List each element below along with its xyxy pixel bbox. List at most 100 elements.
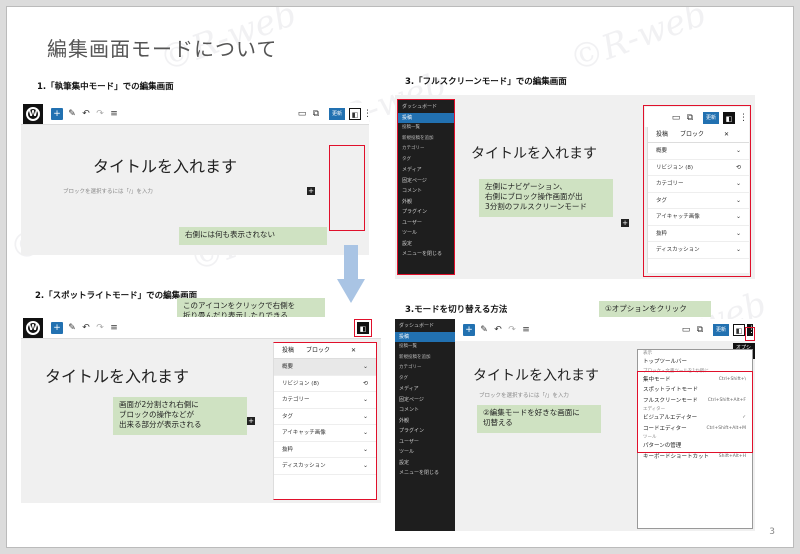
- nav-item[interactable]: メディア: [398, 165, 454, 176]
- nav-item[interactable]: メニューを閉じる: [395, 468, 455, 479]
- sidebar-row-tags[interactable]: タグ ⌄: [648, 193, 749, 209]
- nav-item[interactable]: ユーザー: [395, 437, 455, 448]
- add-block-icon[interactable]: +: [247, 417, 255, 425]
- settings-toggle-icon[interactable]: ◧: [733, 324, 745, 336]
- external-link-icon[interactable]: ⧉: [311, 108, 321, 120]
- add-block-button[interactable]: +: [51, 108, 63, 120]
- pen-icon[interactable]: ✎: [67, 108, 77, 120]
- sidebar-row-summary[interactable]: 概要 ⌄: [648, 143, 749, 160]
- undo-icon[interactable]: ↶: [81, 108, 91, 120]
- undo-icon[interactable]: ↶: [81, 322, 91, 334]
- callout-line: ブロックの操作などが: [119, 410, 194, 419]
- settings-sidebar: 投稿 ブロック ✕ 概要 ⌄ リビジョン (8) ⟲ カテゴリー ⌄ タグ ⌄ アイキャッチ…: [647, 127, 749, 273]
- redo-icon[interactable]: ↷: [95, 322, 105, 334]
- sidebar-row-featured-image[interactable]: アイキャッチ画像 ⌄: [274, 425, 376, 442]
- sidebar-row-categories[interactable]: カテゴリー ⌄: [274, 392, 376, 409]
- add-block-button[interactable]: +: [463, 324, 475, 336]
- nav-item[interactable]: 設定: [398, 239, 454, 250]
- sidebar-row-discussion[interactable]: ディスカッション ⌄: [648, 242, 749, 259]
- tab-block[interactable]: ブロック: [306, 347, 330, 354]
- tab-post[interactable]: 投稿: [656, 131, 668, 138]
- nav-item[interactable]: ユーザー: [398, 218, 454, 229]
- nav-item[interactable]: プラグイン: [398, 207, 454, 218]
- update-button[interactable]: 更新: [329, 108, 345, 120]
- nav-item[interactable]: タグ: [395, 374, 455, 385]
- post-title[interactable]: タイトルを入れます: [45, 363, 189, 387]
- settings-icon-highlight: [354, 319, 372, 337]
- sidebar-row-featured-image[interactable]: アイキャッチ画像 ⌄: [648, 209, 749, 226]
- close-icon[interactable]: ✕: [724, 127, 729, 143]
- list-view-icon[interactable]: ≡: [109, 108, 119, 120]
- nav-item[interactable]: 投稿: [395, 331, 455, 342]
- list-view-icon[interactable]: ≡: [521, 324, 531, 336]
- menu-item[interactable]: キーボードショートカット Shift+Alt+H: [638, 452, 752, 463]
- menu-item: 表示: [638, 350, 752, 357]
- nav-item[interactable]: ツール: [398, 228, 454, 239]
- sidebar-row-categories[interactable]: カテゴリー ⌄: [648, 176, 749, 193]
- block-hint[interactable]: ブロックを選択するには「/」を入力: [479, 391, 569, 399]
- nav-item[interactable]: 外観: [398, 197, 454, 208]
- sidebar-row-discussion[interactable]: ディスカッション ⌄: [274, 458, 376, 475]
- nav-item[interactable]: ダッシュボード: [395, 321, 455, 332]
- options-icon[interactable]: ⋮: [363, 108, 372, 120]
- desktop-preview-icon[interactable]: ▭: [671, 112, 681, 124]
- settings-sidebar: 投稿 ブロック ✕ 概要 ⌄ リビジョン (8) ⟲ カテゴリー ⌄ タグ ⌄ アイキャッチ…: [273, 342, 377, 500]
- nav-item[interactable]: コメント: [395, 405, 455, 416]
- nav-item[interactable]: 投稿: [398, 112, 454, 123]
- sidebar-row-excerpt[interactable]: 抜粋 ⌄: [648, 226, 749, 242]
- nav-item[interactable]: ツール: [395, 447, 455, 458]
- nav-item[interactable]: カテゴリー: [398, 144, 454, 155]
- nav-item[interactable]: ダッシュボード: [398, 102, 454, 113]
- update-button[interactable]: 更新: [713, 324, 729, 336]
- nav-item[interactable]: メニューを閉じる: [398, 249, 454, 260]
- sidebar-row-revisions[interactable]: リビジョン (8) ⟲: [274, 376, 376, 392]
- nav-item[interactable]: 新規投稿を追加: [395, 353, 455, 364]
- nav-item[interactable]: タグ: [398, 155, 454, 166]
- nav-item[interactable]: 投稿一覧: [395, 342, 455, 353]
- settings-toggle-icon[interactable]: ◧: [349, 108, 361, 120]
- callout-three-pane: 左側にナビゲーション、 右側にブロック操作画面が出 3分割のフルスクリーンモード: [479, 179, 613, 217]
- wordpress-logo-icon[interactable]: W: [23, 318, 43, 338]
- row-label: タグ: [656, 197, 668, 204]
- redo-icon[interactable]: ↷: [507, 324, 517, 336]
- nav-item[interactable]: 新規投稿を追加: [398, 134, 454, 145]
- pen-icon[interactable]: ✎: [67, 322, 77, 334]
- nav-item[interactable]: 設定: [395, 458, 455, 469]
- close-icon[interactable]: ✕: [351, 343, 356, 359]
- redo-icon[interactable]: ↷: [95, 108, 105, 120]
- menu-item[interactable]: トップツールバー: [638, 357, 752, 368]
- tab-post[interactable]: 投稿: [282, 347, 294, 354]
- sidebar-row-revisions[interactable]: リビジョン (8) ⟲: [648, 160, 749, 176]
- nav-item[interactable]: コメント: [398, 186, 454, 197]
- options-icon[interactable]: ⋮: [739, 112, 748, 124]
- nav-item[interactable]: カテゴリー: [395, 363, 455, 374]
- add-block-icon[interactable]: +: [621, 219, 629, 227]
- add-block-button[interactable]: +: [51, 322, 63, 334]
- desktop-preview-icon[interactable]: ▭: [681, 324, 691, 336]
- sidebar-row-excerpt[interactable]: 抜粋 ⌄: [274, 442, 376, 458]
- post-title[interactable]: タイトルを入れます: [473, 365, 599, 385]
- update-button[interactable]: 更新: [703, 112, 719, 124]
- post-title[interactable]: タイトルを入れます: [93, 153, 237, 177]
- nav-item[interactable]: 固定ページ: [395, 395, 455, 406]
- post-title[interactable]: タイトルを入れます: [471, 143, 597, 163]
- undo-icon[interactable]: ↶: [493, 324, 503, 336]
- external-link-icon[interactable]: ⧉: [695, 324, 705, 336]
- wordpress-logo-icon[interactable]: W: [23, 104, 43, 124]
- sidebar-row-tags[interactable]: タグ ⌄: [274, 409, 376, 425]
- settings-toggle-icon[interactable]: ◧: [723, 112, 735, 124]
- nav-item[interactable]: 投稿一覧: [398, 123, 454, 134]
- add-block-icon[interactable]: +: [307, 187, 315, 195]
- nav-item[interactable]: 外観: [395, 416, 455, 427]
- sidebar-row-summary[interactable]: 概要 ⌄: [274, 359, 376, 376]
- nav-item[interactable]: 固定ページ: [398, 176, 454, 187]
- block-hint[interactable]: ブロックを選択するには「/」を入力: [63, 187, 153, 195]
- nav-item[interactable]: メディア: [395, 384, 455, 395]
- external-link-icon[interactable]: ⧉: [685, 112, 695, 124]
- tab-block[interactable]: ブロック: [680, 131, 704, 138]
- row-label: タグ: [282, 413, 294, 420]
- list-view-icon[interactable]: ≡: [109, 322, 119, 334]
- pen-icon[interactable]: ✎: [479, 324, 489, 336]
- nav-item[interactable]: プラグイン: [395, 426, 455, 437]
- desktop-preview-icon[interactable]: ▭: [297, 108, 307, 120]
